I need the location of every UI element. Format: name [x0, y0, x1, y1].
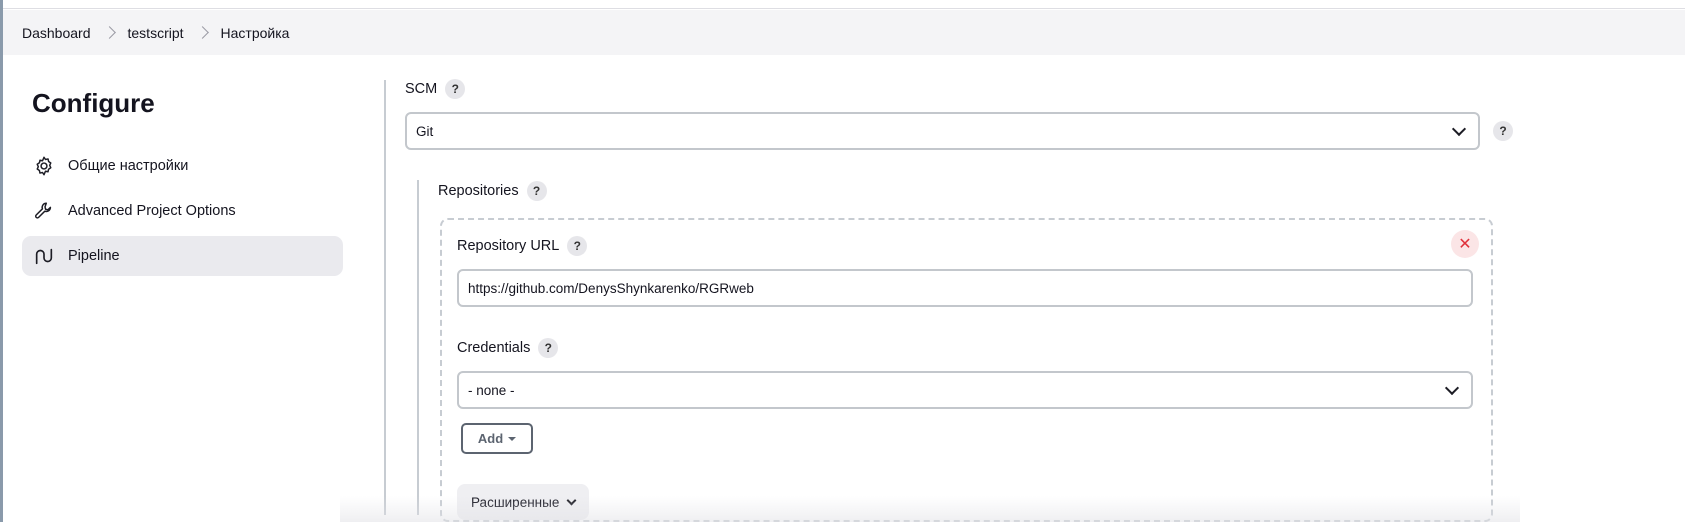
close-icon[interactable]: ✕	[1451, 230, 1479, 258]
scm-selected-value: Git	[416, 123, 434, 139]
chevron-down-icon	[566, 495, 577, 505]
breadcrumb-current[interactable]: Настройка	[221, 25, 290, 41]
pipeline-icon	[33, 245, 55, 267]
scm-help-icon[interactable]: ?	[445, 79, 466, 99]
repository-url-input[interactable]	[468, 280, 1471, 296]
section-divider	[384, 80, 386, 515]
credentials-label-row: Credentials ?	[457, 338, 559, 358]
credentials-select[interactable]: - none -	[457, 371, 1473, 409]
gear-icon	[33, 155, 55, 177]
advanced-button[interactable]: Расширенные	[457, 484, 590, 520]
breadcrumb-job[interactable]: testscript	[128, 25, 184, 41]
top-strip	[3, 0, 1685, 9]
repository-url-field[interactable]	[457, 269, 1473, 307]
scm-label-row: SCM ?	[405, 79, 466, 99]
caret-down-icon	[508, 436, 517, 441]
repositories-label-row: Repositories ?	[438, 181, 547, 201]
sidebar-item-label: Advanced Project Options	[68, 203, 236, 219]
sidebar-item-label: Общие настройки	[68, 158, 189, 174]
repositories-label: Repositories	[438, 183, 519, 199]
credentials-selected-value: - none -	[468, 382, 515, 398]
advanced-button-label: Расширенные	[471, 494, 560, 510]
sidebar-item-general[interactable]: Общие настройки	[22, 146, 343, 186]
scm-select[interactable]: Git	[405, 112, 1480, 150]
repositories-divider	[417, 180, 419, 515]
repositories-help-icon[interactable]: ?	[526, 181, 547, 201]
sidebar-item-advanced[interactable]: Advanced Project Options	[22, 191, 343, 231]
scm-select-help-icon[interactable]: ?	[1493, 121, 1513, 141]
credentials-help-icon[interactable]: ?	[538, 338, 559, 358]
sidebar-item-label: Pipeline	[68, 248, 120, 264]
chevron-down-icon	[1451, 121, 1467, 137]
chevron-right-icon	[195, 26, 209, 39]
add-button-label: Add	[477, 431, 504, 446]
window-left-edge	[0, 0, 3, 522]
add-credentials-button[interactable]: Add	[461, 423, 533, 454]
sidebar-item-pipeline[interactable]: Pipeline	[22, 236, 343, 276]
sidebar-nav: Общие настройки Advanced Project Options…	[22, 146, 343, 281]
repository-url-help-icon[interactable]: ?	[567, 236, 588, 256]
breadcrumb-dashboard[interactable]: Dashboard	[22, 25, 91, 41]
repository-entry	[440, 218, 1493, 522]
credentials-label: Credentials	[457, 340, 531, 356]
breadcrumb: Dashboard testscript Настройка	[3, 10, 1685, 55]
wrench-icon	[33, 200, 55, 222]
scm-label: SCM	[405, 81, 438, 97]
page-title: Configure	[32, 88, 155, 118]
chevron-right-icon	[102, 26, 116, 39]
repository-url-label-row: Repository URL ?	[457, 236, 588, 256]
chevron-down-icon	[1444, 380, 1460, 396]
repository-url-label: Repository URL	[457, 238, 560, 254]
